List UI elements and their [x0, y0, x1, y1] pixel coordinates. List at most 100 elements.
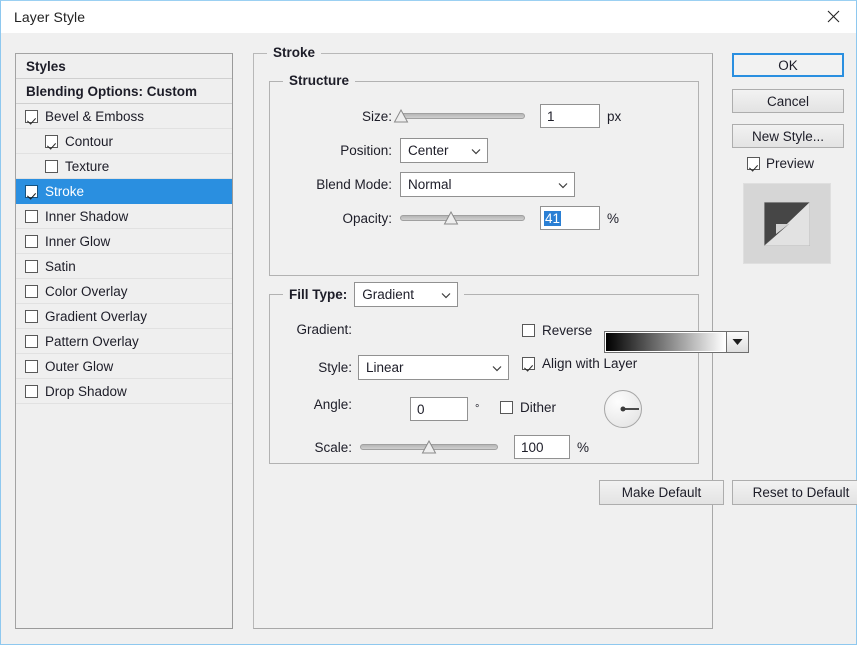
style-enable-checkbox[interactable] [25, 259, 38, 273]
make-default-button[interactable]: Make Default [599, 480, 724, 505]
blend-mode-row: Blend Mode: Normal [270, 172, 698, 197]
fill-type-groupbox: Fill Type: Gradient Gradient: Style: Lin… [269, 282, 699, 464]
preview-checkbox[interactable] [747, 157, 760, 170]
styles-list[interactable]: Styles Blending Options: Custom Bevel & … [15, 53, 233, 629]
structure-groupbox-title: Structure [283, 73, 356, 88]
chevron-down-icon [441, 292, 451, 298]
opacity-slider-track [400, 215, 525, 221]
align-with-layer-label: Align with Layer [542, 356, 638, 371]
angle-input-row: 0 ° [410, 397, 479, 421]
sidebar-item-label: Texture [65, 158, 110, 174]
size-slider[interactable] [393, 106, 525, 126]
angle-label: Angle: [313, 397, 352, 412]
scale-input[interactable]: 100 [514, 435, 570, 459]
reverse-checkbox-row[interactable]: Reverse [522, 323, 592, 338]
chevron-down-icon [558, 182, 568, 188]
gradient-label: Gradient: [296, 322, 352, 337]
angle-input[interactable]: 0 [410, 397, 468, 421]
style-label: Style: [318, 360, 352, 375]
blend-mode-label: Blend Mode: [316, 177, 392, 192]
sidebar-item-label: Satin [45, 258, 76, 274]
preview-label: Preview [766, 156, 815, 171]
sidebar-item-blending-options[interactable]: Blending Options: Custom [16, 79, 232, 104]
bevel-emboss-preview-icon [764, 201, 810, 246]
sidebar-item-color-overlay[interactable]: Color Overlay [16, 279, 232, 304]
opacity-label: Opacity: [342, 210, 392, 226]
fill-type-groupbox-title: Fill Type: Gradient [283, 282, 465, 307]
style-enable-checkbox[interactable] [25, 184, 38, 198]
styles-list-empty-area [16, 404, 232, 604]
new-style-button[interactable]: New Style... [732, 124, 844, 148]
style-enable-checkbox[interactable] [25, 334, 38, 348]
angle-dial[interactable] [604, 390, 642, 428]
dither-checkbox[interactable] [500, 401, 513, 414]
opacity-input[interactable]: 41 [540, 206, 600, 230]
fill-type-select[interactable]: Gradient [354, 282, 459, 307]
gradient-style-value: Linear [366, 360, 404, 375]
window-title: Layer Style [14, 9, 86, 25]
scale-unit: % [577, 439, 590, 455]
style-enable-checkbox[interactable] [25, 359, 38, 373]
sidebar-item-drop-shadow[interactable]: Drop Shadow [16, 379, 232, 404]
style-enable-checkbox[interactable] [45, 134, 58, 148]
blend-mode-select[interactable]: Normal [400, 172, 575, 197]
style-enable-checkbox[interactable] [25, 309, 38, 323]
scale-label: Scale: [314, 439, 352, 455]
dither-checkbox-row[interactable]: Dither [500, 400, 556, 415]
style-enable-checkbox[interactable] [25, 234, 38, 248]
style-enable-checkbox[interactable] [25, 384, 38, 398]
size-unit: px [607, 108, 622, 124]
sidebar-item-satin[interactable]: Satin [16, 254, 232, 279]
style-enable-checkbox[interactable] [25, 209, 38, 223]
angle-unit: ° [475, 403, 480, 415]
align-with-layer-checkbox[interactable] [522, 357, 535, 370]
preview-checkbox-row[interactable]: Preview [747, 156, 814, 171]
structure-groupbox: Structure Size: 1 px Position: Center Bl… [269, 73, 699, 276]
gradient-style-select[interactable]: Linear [358, 355, 509, 380]
angle-dial-hub [620, 406, 626, 412]
position-row: Position: Center [270, 138, 698, 163]
sidebar-item-label: Inner Shadow [45, 208, 129, 224]
sidebar-item-bevel-emboss[interactable]: Bevel & Emboss [16, 104, 232, 129]
opacity-slider-thumb[interactable] [443, 210, 459, 225]
preview-thumbnail [743, 183, 831, 264]
scale-slider[interactable] [360, 437, 498, 457]
sidebar-item-contour[interactable]: Contour [16, 129, 232, 154]
reverse-label: Reverse [542, 323, 593, 338]
opacity-value: 41 [544, 210, 562, 226]
sidebar-item-stroke[interactable]: Stroke [16, 179, 232, 204]
sidebar-item-label: Stroke [45, 183, 85, 199]
style-enable-checkbox[interactable] [25, 109, 38, 123]
size-input[interactable]: 1 [540, 104, 600, 128]
ok-button[interactable]: OK [732, 53, 844, 77]
gradient-swatch[interactable] [604, 331, 749, 353]
sidebar-item-texture[interactable]: Texture [16, 154, 232, 179]
close-icon[interactable] [810, 1, 856, 32]
angle-value: 0 [417, 401, 425, 417]
opacity-unit: % [607, 210, 620, 226]
sidebar-item-inner-shadow[interactable]: Inner Shadow [16, 204, 232, 229]
styles-list-header: Styles [16, 54, 232, 79]
sidebar-item-label: Pattern Overlay [45, 333, 139, 349]
gradient-preview [606, 333, 725, 351]
style-enable-checkbox[interactable] [25, 284, 38, 298]
sidebar-item-inner-glow[interactable]: Inner Glow [16, 229, 232, 254]
sidebar-item-pattern-overlay[interactable]: Pattern Overlay [16, 329, 232, 354]
opacity-slider[interactable] [400, 208, 525, 228]
size-slider-thumb[interactable] [393, 108, 409, 123]
stroke-groupbox-title: Stroke [267, 45, 322, 60]
blending-options-label: Blending Options: Custom [26, 83, 197, 99]
position-label: Position: [340, 143, 392, 158]
gradient-dropdown-arrow-icon[interactable] [726, 332, 748, 352]
sidebar-item-gradient-overlay[interactable]: Gradient Overlay [16, 304, 232, 329]
scale-slider-thumb[interactable] [421, 439, 437, 454]
cancel-button[interactable]: Cancel [732, 89, 844, 113]
position-select[interactable]: Center [400, 138, 488, 163]
style-enable-checkbox[interactable] [45, 159, 58, 173]
sidebar-item-outer-glow[interactable]: Outer Glow [16, 354, 232, 379]
position-value: Center [408, 143, 449, 158]
align-checkbox-row[interactable]: Align with Layer [522, 356, 637, 371]
fill-type-value: Gradient [362, 287, 415, 302]
reset-to-default-button[interactable]: Reset to Default [732, 480, 857, 505]
reverse-checkbox[interactable] [522, 324, 535, 337]
